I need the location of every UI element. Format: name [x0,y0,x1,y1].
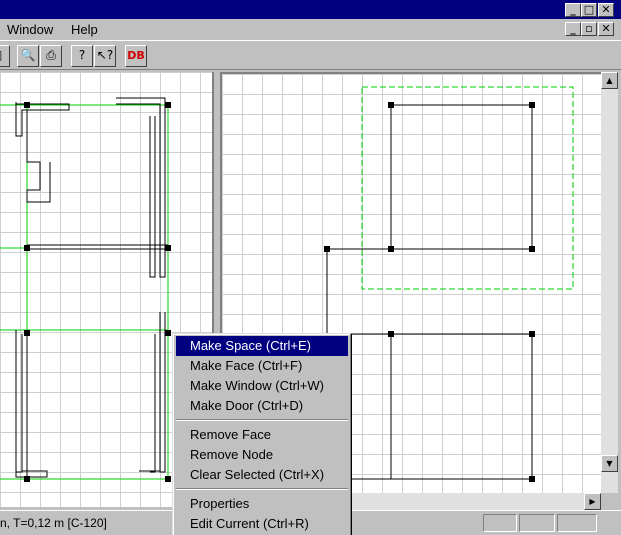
menu-item-edit-current[interactable]: Edit Current (Ctrl+R) [176,514,348,534]
scroll-down-icon[interactable]: ▼ [601,455,618,472]
scroll-right-icon[interactable]: ▶ [584,493,601,510]
toolbar: ▯ 🔍 ⎙ ? ↖? DB [0,40,621,70]
minimize-button[interactable]: _ [565,3,581,17]
menu-item-properties[interactable]: Properties [176,494,348,514]
menu-item-make-face[interactable]: Make Face (Ctrl+F) [176,356,348,376]
status-text: n, T=0,12 m [C-120] [0,516,107,530]
menu-help[interactable]: Help [71,22,98,37]
menu-bar: Window Help _ ▫ ✕ [0,19,621,40]
context-help-icon[interactable]: ↖? [94,45,116,67]
menu-window[interactable]: Window [7,22,53,37]
menu-item-make-space[interactable]: Make Space (Ctrl+E) [176,336,348,356]
title-bar: _ □ ✕ [0,0,621,19]
page-icon[interactable]: ▯ [0,45,10,67]
scrollbar-corner [601,493,621,510]
menu-item-make-window[interactable]: Make Window (Ctrl+W) [176,376,348,396]
scroll-up-icon[interactable]: ▲ [601,72,618,89]
menu-item-remove-face[interactable]: Remove Face [176,425,348,445]
status-cell-2 [519,514,555,532]
status-cell-3 [557,514,597,532]
menu-item-remove-node[interactable]: Remove Node [176,445,348,465]
child-restore-button[interactable]: ▫ [581,22,597,36]
maximize-button[interactable]: □ [581,3,597,17]
vertical-scrollbar[interactable]: ▲ ▼ [601,72,618,493]
status-cell-1 [483,514,517,532]
menu-separator [176,488,348,490]
print-preview-icon[interactable]: 🔍 [17,45,39,67]
close-button[interactable]: ✕ [598,3,614,17]
help-icon[interactable]: ? [71,45,93,67]
print-icon[interactable]: ⎙ [40,45,62,67]
child-close-button[interactable]: ✕ [598,22,614,36]
database-button[interactable]: DB [125,45,147,67]
child-minimize-button[interactable]: _ [565,22,581,36]
context-menu: Make Space (Ctrl+E) Make Face (Ctrl+F) M… [172,333,352,535]
menu-separator [176,419,348,421]
menu-item-clear-selected[interactable]: Clear Selected (Ctrl+X) [176,465,348,485]
menu-item-make-door[interactable]: Make Door (Ctrl+D) [176,396,348,416]
